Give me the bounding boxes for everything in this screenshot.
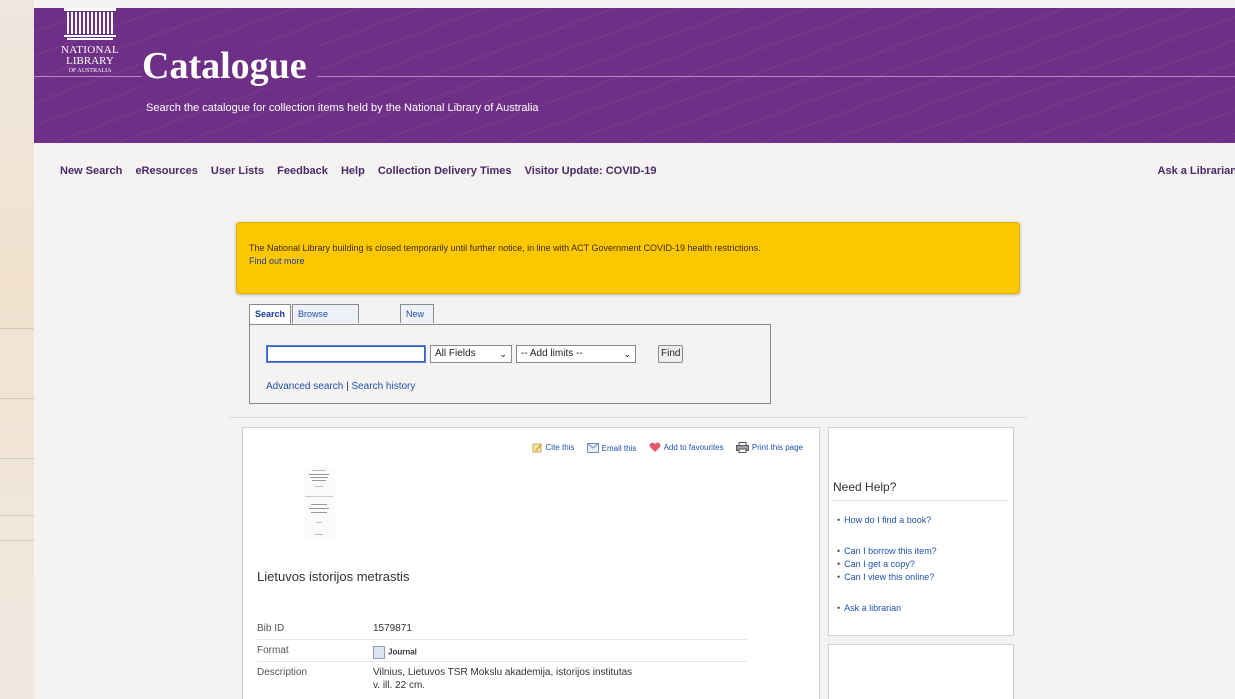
site-title: Catalogue — [142, 44, 317, 88]
nav-help[interactable]: Help — [341, 165, 365, 177]
tab-search[interactable]: Search — [249, 304, 292, 325]
format-label: Format — [257, 645, 289, 656]
book-cover-thumbnail[interactable] — [303, 466, 335, 542]
header-banner: NATIONAL LIBRARY OF AUSTRALIA Catalogue … — [34, 8, 1235, 143]
bib-id-label: Bib ID — [257, 623, 285, 634]
help-find-book-link[interactable]: How do I find a book? — [837, 515, 931, 525]
help-get-copy-link[interactable]: Can I get a copy? — [837, 559, 915, 569]
envelope-icon — [586, 443, 599, 453]
search-links: Advanced search | Search history — [266, 381, 415, 392]
help-view-online-link[interactable]: Can I view this online? — [837, 572, 934, 582]
left-edge-strip — [0, 0, 34, 699]
record-actions: Cite this Email this Add to favourites P… — [522, 442, 803, 455]
limits-select-value: -- Add limits -- — [521, 348, 583, 359]
cite-this-button[interactable]: Cite this — [532, 442, 575, 453]
record-panel: Cite this Email this Add to favourites P… — [242, 427, 820, 699]
need-help-rule — [833, 500, 1007, 501]
limits-select[interactable]: -- Add limits -- ⌄ — [516, 345, 636, 363]
detail-row-description: Description Vilnius, Lietuvos TSR Mokslu… — [257, 662, 747, 699]
format-value-text: Journal — [388, 647, 417, 657]
email-this-button[interactable]: Email this — [586, 443, 637, 453]
covid-alert: The National Library building is closed … — [236, 222, 1020, 294]
journal-icon — [373, 646, 385, 659]
logo-text-australia: OF AUSTRALIA — [68, 68, 112, 74]
detail-row-bib-id: Bib ID 1579871 — [257, 618, 747, 640]
print-page-button[interactable]: Print this page — [735, 442, 803, 453]
pencil-icon — [532, 443, 542, 453]
nav-feedback[interactable]: Feedback — [277, 165, 328, 177]
ask-librarian-link[interactable]: Ask a Librarian — [1158, 165, 1235, 177]
help-borrow-item-link[interactable]: Can I borrow this item? — [837, 546, 937, 556]
nla-logo[interactable]: NATIONAL LIBRARY OF AUSTRALIA — [54, 8, 126, 98]
chevron-down-icon: ⌄ — [499, 349, 507, 359]
detail-row-format: Format Journal — [257, 640, 747, 662]
find-button[interactable]: Find — [658, 345, 684, 363]
nav-eresources[interactable]: eResources — [135, 165, 197, 177]
help-ask-librarian-link[interactable]: Ask a librarian — [837, 603, 901, 613]
link-separator: | — [346, 381, 349, 392]
tab-new-items[interactable]: New items — [400, 304, 434, 338]
main-nav: New Search eResources User Lists Feedbac… — [60, 165, 666, 177]
print-page-label: Print this page — [751, 443, 803, 452]
nav-covid-update[interactable]: Visitor Update: COVID-19 — [525, 165, 657, 177]
description-line-1: Vilnius, Lietuvos TSR Mokslu akademija, … — [373, 667, 633, 678]
alert-find-out-more-link[interactable]: Find out more — [249, 256, 305, 266]
nav-collection-delivery[interactable]: Collection Delivery Times — [378, 165, 512, 177]
chevron-down-icon: ⌄ — [623, 349, 631, 359]
library-building-icon — [64, 8, 116, 40]
field-select-value: All Fields — [435, 348, 476, 359]
secondary-side-panel — [828, 644, 1014, 699]
printer-icon — [735, 442, 749, 453]
search-panel: All Fields ⌄ -- Add limits -- ⌄ Find Adv… — [249, 324, 771, 404]
alert-message: The National Library building is closed … — [249, 243, 761, 253]
logo-text-library: LIBRARY — [66, 55, 114, 67]
field-select[interactable]: All Fields ⌄ — [430, 345, 512, 363]
search-history-link[interactable]: Search history — [351, 381, 415, 392]
nav-user-lists[interactable]: User Lists — [211, 165, 264, 177]
section-divider — [230, 417, 1026, 418]
description-line-2: v. ill. 22 cm. — [373, 680, 426, 691]
need-help-title: Need Help? — [833, 480, 897, 494]
advanced-search-link[interactable]: Advanced search — [266, 381, 343, 392]
add-to-favourites-button[interactable]: Add to favourites — [649, 442, 724, 453]
description-label: Description — [257, 667, 308, 678]
heart-icon — [649, 442, 660, 452]
record-title: Lietuvos istorijos metrastis — [257, 569, 410, 584]
tab-browse-alphabetically[interactable]: Browse alphabetically — [292, 304, 359, 338]
format-value: Journal — [373, 646, 417, 659]
page: NATIONAL LIBRARY OF AUSTRALIA Catalogue … — [0, 0, 1235, 699]
email-this-label: Email this — [601, 443, 637, 453]
need-help-panel: Need Help? How do I find a book? Can I b… — [828, 427, 1014, 636]
site-subtitle: Search the catalogue for collection item… — [146, 102, 539, 114]
nav-new-search[interactable]: New Search — [60, 165, 122, 177]
bib-id-value: 1579871 — [373, 623, 412, 634]
search-input[interactable] — [266, 345, 426, 363]
add-to-favourites-label: Add to favourites — [663, 443, 724, 452]
record-details: Bib ID 1579871 Format Journal Descriptio… — [257, 618, 747, 699]
cite-this-label: Cite this — [545, 443, 575, 452]
